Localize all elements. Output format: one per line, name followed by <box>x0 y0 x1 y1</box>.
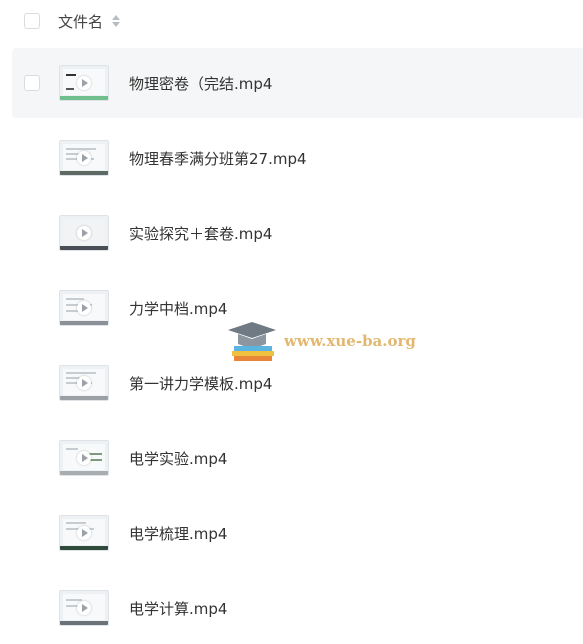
file-name[interactable]: 电学计算.mp4 <box>129 598 227 619</box>
graduation-cap-icon <box>228 322 276 361</box>
file-name[interactable]: 物理密卷（完结.mp4 <box>129 73 272 94</box>
video-thumbnail <box>59 290 109 326</box>
file-list-header: 文件名 <box>0 0 583 44</box>
play-icon <box>77 526 91 540</box>
file-name[interactable]: 电学实验.mp4 <box>129 448 227 469</box>
select-all-checkbox[interactable] <box>24 13 40 29</box>
watermark-text: www.xue-ba.org <box>284 332 416 350</box>
row-checkbox[interactable] <box>24 75 40 91</box>
file-row[interactable]: 物理春季满分班第27.mp4 <box>12 123 583 193</box>
file-name[interactable]: 电学梳理.mp4 <box>129 523 227 544</box>
site-watermark: www.xue-ba.org <box>224 316 424 366</box>
file-name[interactable]: 第一讲力学模板.mp4 <box>129 373 272 394</box>
video-thumbnail <box>59 365 109 401</box>
column-header-filename[interactable]: 文件名 <box>58 11 103 32</box>
video-thumbnail <box>59 515 109 551</box>
play-icon <box>77 376 91 390</box>
file-name[interactable]: 物理春季满分班第27.mp4 <box>129 148 307 169</box>
file-name[interactable]: 力学中档.mp4 <box>129 298 227 319</box>
video-thumbnail <box>59 590 109 626</box>
play-icon <box>77 76 91 90</box>
play-icon <box>77 226 91 240</box>
play-icon <box>77 151 91 165</box>
video-thumbnail <box>59 140 109 176</box>
file-row[interactable]: 物理密卷（完结.mp4 <box>12 48 583 118</box>
file-name[interactable]: 实验探究＋套卷.mp4 <box>129 223 272 244</box>
play-icon <box>77 451 91 465</box>
file-row[interactable]: 电学梳理.mp4 <box>12 498 583 568</box>
video-thumbnail <box>59 440 109 476</box>
file-row[interactable]: 电学实验.mp4 <box>12 423 583 493</box>
file-row[interactable]: 电学计算.mp4 <box>12 573 583 643</box>
video-thumbnail <box>59 215 109 251</box>
file-row[interactable]: 实验探究＋套卷.mp4 <box>12 198 583 268</box>
video-thumbnail <box>59 65 109 101</box>
sort-icon[interactable] <box>112 14 120 28</box>
play-icon <box>77 601 91 615</box>
play-icon <box>77 301 91 315</box>
